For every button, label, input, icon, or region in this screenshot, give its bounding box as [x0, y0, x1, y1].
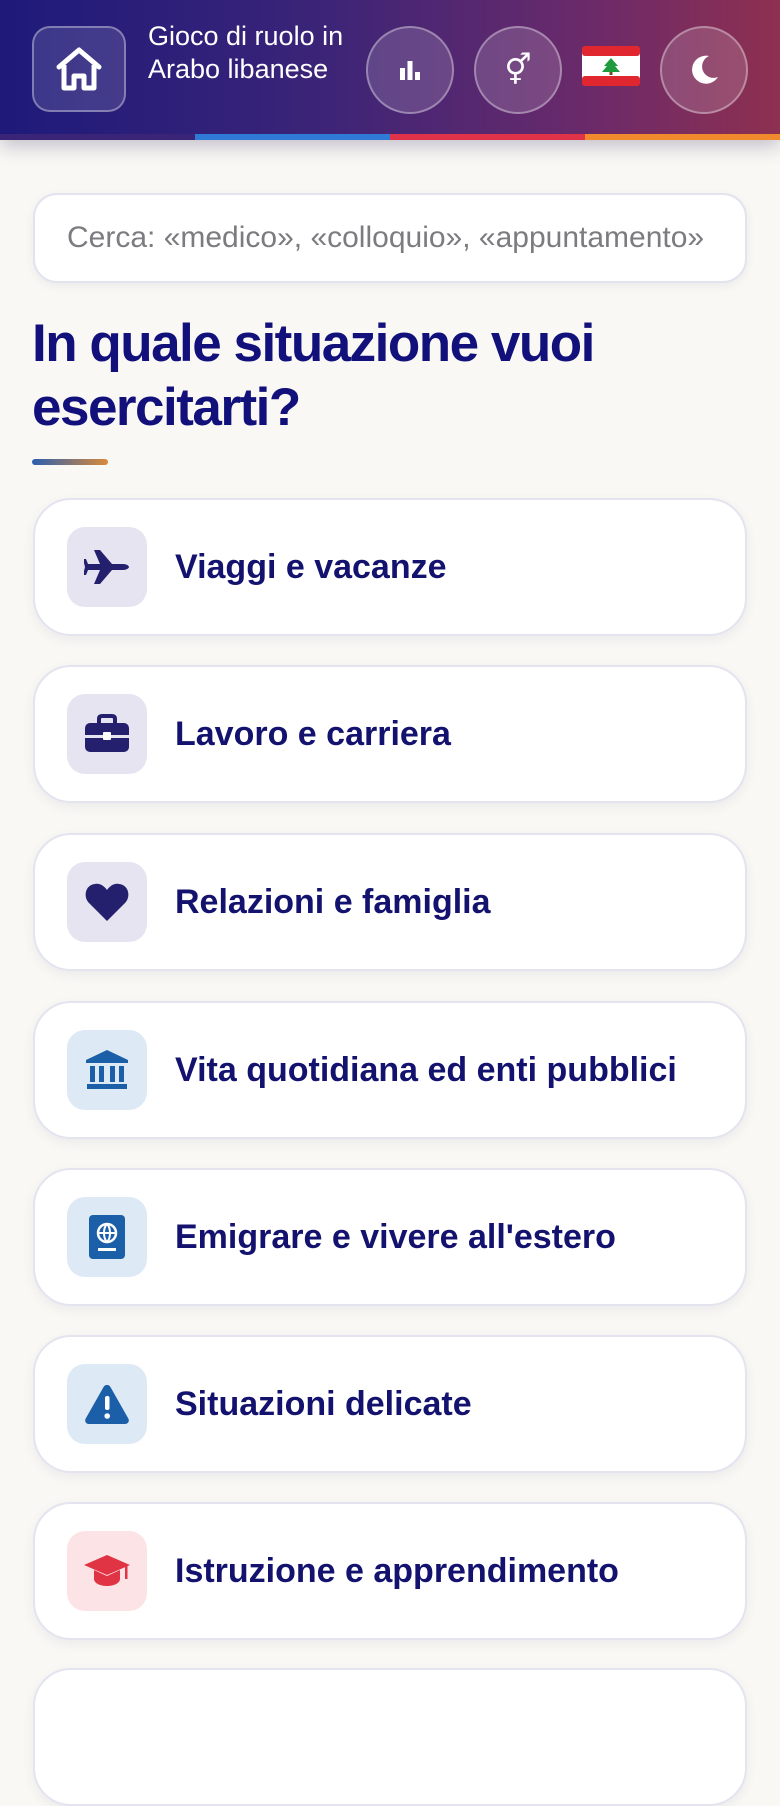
- page-title: In quale situazione vuoi esercitarti?: [32, 314, 595, 437]
- home-button[interactable]: [32, 26, 126, 112]
- header-color-stripe: [0, 134, 780, 140]
- category-icon-box: [67, 1531, 147, 1611]
- category-label: Viaggi e vacanze: [175, 547, 447, 586]
- passport-icon: [89, 1215, 125, 1259]
- category-icon-box: [67, 1364, 147, 1444]
- category-label: Istruzione e apprendimento: [175, 1551, 619, 1590]
- category-card-work[interactable]: Lavoro e carriera: [33, 665, 747, 803]
- category-icon-box: [67, 862, 147, 942]
- category-icon-box: [67, 1197, 147, 1277]
- category-label: Relazioni e famiglia: [175, 882, 491, 921]
- app-title: Gioco di ruolo in Arabo libanese: [148, 21, 344, 84]
- government-building-icon: [86, 1050, 128, 1089]
- category-label: Lavoro e carriera: [175, 714, 451, 753]
- category-label: Vita quotidiana ed enti pubblici: [175, 1050, 677, 1089]
- category-card-delicate-situations[interactable]: Situazioni delicate: [33, 1335, 747, 1473]
- gender-icon: ⚥: [504, 53, 532, 87]
- category-icon-box: [67, 527, 147, 607]
- category-card-relationships[interactable]: Relazioni e famiglia: [33, 833, 747, 971]
- bar-chart-icon: [400, 61, 420, 80]
- lebanon-flag-icon: [582, 46, 640, 86]
- category-icon-box: [67, 694, 147, 774]
- warning-icon: [85, 1385, 129, 1424]
- search-input[interactable]: [33, 193, 747, 283]
- gender-button[interactable]: ⚥: [474, 26, 562, 114]
- airplane-icon: [84, 550, 129, 584]
- app-header: Gioco di ruolo in Arabo libanese ⚥: [0, 0, 780, 140]
- briefcase-icon: [85, 714, 129, 752]
- category-label: Emigrare e vivere all'estero: [175, 1217, 616, 1256]
- heart-icon: [85, 883, 129, 921]
- category-icon-box: [67, 1030, 147, 1110]
- graduation-cap-icon: [84, 1555, 130, 1586]
- category-card-emigration[interactable]: Emigrare e vivere all'estero: [33, 1168, 747, 1306]
- category-card-partial[interactable]: [33, 1668, 747, 1806]
- language-flag-button[interactable]: [580, 44, 642, 88]
- home-icon: [56, 47, 102, 91]
- category-card-travel[interactable]: Viaggi e vacanze: [33, 498, 747, 636]
- category-card-education[interactable]: Istruzione e apprendimento: [33, 1502, 747, 1640]
- title-underline: [32, 459, 108, 465]
- theme-toggle-button[interactable]: [660, 26, 748, 114]
- moon-icon: [692, 55, 718, 84]
- category-card-daily-life[interactable]: Vita quotidiana ed enti pubblici: [33, 1001, 747, 1139]
- stats-button[interactable]: [366, 26, 454, 114]
- category-label: Situazioni delicate: [175, 1384, 472, 1423]
